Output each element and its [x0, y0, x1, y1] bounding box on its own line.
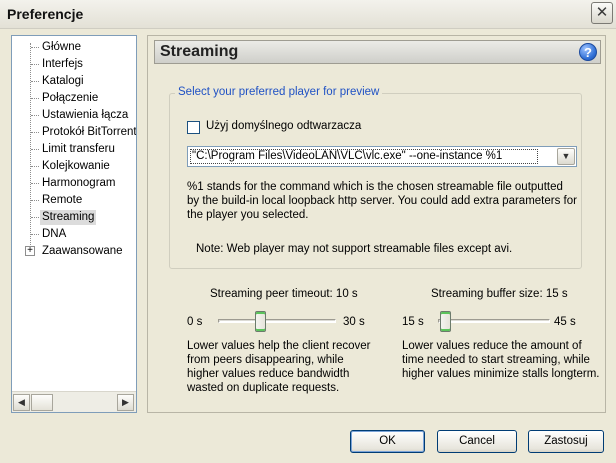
buffer-slider-title: Streaming buffer size: 15 s: [431, 288, 568, 300]
tree-item-label: Zaawansowane: [42, 245, 123, 257]
buffer-min-label: 15 s: [402, 316, 424, 328]
tree-item-dna[interactable]: DNA: [12, 226, 136, 243]
tree-connector: [31, 47, 39, 48]
tree-item-label: Remote: [42, 194, 83, 206]
tree-item-label: Protokół BitTorrent: [42, 126, 136, 138]
close-button[interactable]: ✕: [591, 2, 613, 24]
timeout-description: Lower values help the client recover fro…: [187, 340, 371, 394]
tree-item-label: Główne: [42, 41, 81, 53]
cancel-button[interactable]: Cancel: [437, 430, 517, 453]
tree-item-limit-transferu[interactable]: Limit transferu: [12, 141, 136, 158]
close-icon: ✕: [595, 4, 609, 21]
buffer-slider-thumb[interactable]: [440, 311, 451, 332]
arrow-left-icon: ◀: [18, 397, 25, 407]
tree-item-interfejs[interactable]: Interfejs: [12, 56, 136, 73]
timeout-slider-track[interactable]: [218, 319, 336, 323]
tree-item-label: Harmonogram: [42, 177, 116, 189]
scrollbar-thumb[interactable]: [31, 394, 53, 411]
scroll-left-button[interactable]: ◀: [13, 394, 30, 411]
buffer-description: Lower values reduce the amount of time n…: [402, 340, 600, 380]
panel-header: Streaming ?: [154, 40, 601, 64]
tree-item-label: Katalogi: [42, 75, 84, 87]
panel-title: Streaming: [160, 43, 239, 60]
timeout-slider-thumb[interactable]: [254, 311, 266, 332]
tree-item-kolejkowanie[interactable]: Kolejkowanie: [12, 158, 136, 175]
tree-item-remote[interactable]: Remote: [12, 192, 136, 209]
tree-connector: [31, 115, 39, 116]
tree-connector: [31, 98, 39, 99]
tree-item-label: Streaming: [40, 210, 97, 225]
tree-connector: [31, 217, 39, 218]
arrow-right-icon: ▶: [122, 397, 129, 407]
tree-item-label: Kolejkowanie: [42, 160, 110, 172]
category-tree[interactable]: Główne Interfejs Katalogi Połączenie Ust…: [11, 35, 137, 413]
tree-item-protokol-bittorrent[interactable]: Protokół BitTorrent: [12, 124, 136, 141]
scroll-right-button[interactable]: ▶: [117, 394, 134, 411]
command-description: %1 stands for the command which is the c…: [187, 181, 577, 221]
tree-item-label: DNA: [42, 228, 67, 240]
buffer-slider-track[interactable]: [438, 319, 550, 323]
tree-connector: [31, 183, 39, 184]
settings-panel: Streaming ? Select your preferred player…: [147, 35, 606, 413]
title-bar[interactable]: Preferencje ✕: [0, 0, 616, 29]
tree-connector: [31, 166, 39, 167]
tree-connector: [31, 81, 39, 82]
tree-connector: [31, 234, 39, 235]
expand-plus-icon[interactable]: +: [25, 246, 35, 256]
player-command-input[interactable]: "C:\Program Files\VideoLAN\VLC\vlc.exe" …: [190, 149, 538, 164]
tree-item-ustawienia-lacza[interactable]: Ustawienia łącza: [12, 107, 136, 124]
player-groupbox: Select your preferred player for preview…: [169, 86, 582, 269]
tree-item-zaawansowane[interactable]: + Zaawansowane: [12, 243, 136, 260]
tree-item-label: Połączenie: [42, 92, 99, 104]
buffer-max-label: 45 s: [554, 316, 576, 328]
preferences-window: Preferencje ✕ Główne Interfejs Katalogi …: [0, 0, 616, 463]
tree-item-polaczenie[interactable]: Połączenie: [12, 90, 136, 107]
tree-item-katalogi[interactable]: Katalogi: [12, 73, 136, 90]
tree-item-streaming[interactable]: Streaming: [12, 209, 136, 226]
player-command-combo[interactable]: "C:\Program Files\VideoLAN\VLC\vlc.exe" …: [187, 146, 577, 167]
tree-connector: [31, 64, 39, 65]
tree-item-label: Interfejs: [42, 58, 83, 70]
chevron-down-icon: ▼: [561, 151, 571, 161]
tree-item-glowne[interactable]: Główne: [12, 39, 136, 56]
tree-horizontal-scrollbar[interactable]: ◀ ▶: [12, 391, 136, 412]
timeout-min-label: 0 s: [187, 316, 203, 328]
tree-connector: [31, 132, 39, 133]
dropdown-button[interactable]: ▼: [557, 148, 575, 165]
timeout-slider-title: Streaming peer timeout: 10 s: [210, 288, 358, 300]
tree-connector: [31, 200, 39, 201]
web-player-note: Note: Web player may not support streama…: [196, 243, 513, 255]
tree-viewport: Główne Interfejs Katalogi Połączenie Ust…: [12, 36, 136, 391]
tree-connector: [31, 149, 39, 150]
window-title: Preferencje: [7, 6, 84, 22]
default-player-label[interactable]: Użyj domyślnego odtwarzacza: [206, 120, 361, 132]
tree-item-label: Limit transferu: [42, 143, 115, 155]
ok-button[interactable]: OK: [350, 430, 425, 453]
help-icon[interactable]: ?: [579, 43, 597, 61]
tree-item-label: Ustawienia łącza: [42, 109, 129, 121]
tree-item-harmonogram[interactable]: Harmonogram: [12, 175, 136, 192]
group-legend: Select your preferred player for preview: [175, 86, 383, 98]
apply-button[interactable]: Zastosuj: [528, 430, 604, 453]
default-player-checkbox[interactable]: [187, 121, 200, 134]
timeout-max-label: 30 s: [343, 316, 365, 328]
